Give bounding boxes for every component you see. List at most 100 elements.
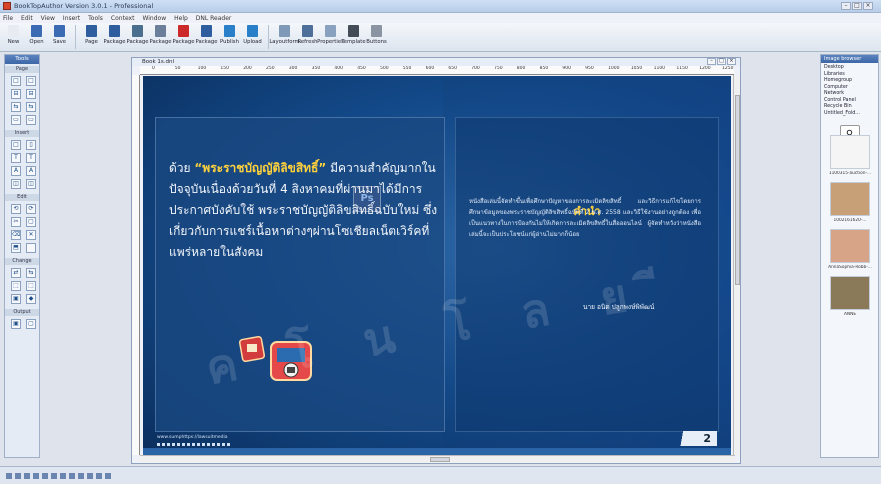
vertical-scrollbar[interactable]	[733, 75, 740, 455]
toolbar-button-buttons[interactable]: Buttons	[366, 25, 387, 45]
tool-button-icon[interactable]: ✂	[11, 217, 21, 227]
toolbar-button-package[interactable]: Package	[127, 25, 148, 45]
toolbar-button-page[interactable]: Page	[81, 25, 102, 45]
tool-button-icon[interactable]: ✕	[26, 230, 36, 240]
status-bar-icon[interactable]	[6, 472, 12, 479]
tool-button-icon[interactable]: ◫	[11, 179, 21, 189]
tool-button-icon[interactable]: ⊟	[26, 89, 36, 99]
thumbnail-item[interactable]: 1100315-auction-...	[825, 135, 875, 176]
tool-button-icon[interactable]: ▣	[11, 294, 21, 304]
close-button[interactable]: ×	[863, 2, 873, 10]
status-bar-icon[interactable]	[51, 472, 57, 479]
toolbar-button-package[interactable]: Package	[150, 25, 171, 45]
vertical-ruler	[132, 75, 140, 455]
status-bar-icon[interactable]	[42, 472, 48, 479]
status-bar-icon[interactable]	[105, 472, 111, 479]
menu-insert[interactable]: Insert	[63, 15, 80, 22]
thumbnail-item[interactable]: ANNE	[825, 276, 875, 317]
toolbar-button-label: Package	[195, 39, 218, 45]
tool-button-icon[interactable]: A	[11, 166, 21, 176]
package-icon	[155, 25, 166, 37]
horizontal-scrollbar[interactable]	[140, 455, 735, 463]
status-bar-icon[interactable]	[69, 472, 75, 479]
doc-minimize-button[interactable]: –	[707, 58, 716, 65]
tool-button-icon[interactable]: ⇆	[26, 268, 36, 278]
horizontal-scroll-thumb[interactable]	[430, 457, 450, 462]
window-controls: – □ ×	[841, 2, 873, 10]
status-bar-icon[interactable]	[60, 472, 66, 479]
menu-tools[interactable]: Tools	[88, 15, 103, 22]
tool-button-icon[interactable]: ▣	[11, 319, 21, 329]
menu-edit[interactable]: Edit	[21, 15, 33, 22]
tool-button-icon[interactable]: ⇆	[11, 102, 21, 112]
maximize-button[interactable]: □	[852, 2, 862, 10]
toolbar-button-refresh[interactable]: Refresh	[297, 25, 318, 45]
status-bar-icon[interactable]	[33, 472, 39, 479]
vertical-scroll-thumb[interactable]	[735, 95, 740, 285]
folder-tree-item[interactable]: Untitled_Fold...	[824, 111, 875, 118]
tool-button-icon[interactable]: ⬚	[26, 281, 36, 291]
toolbar-button-label: Page	[85, 39, 98, 45]
tool-button-icon[interactable]: ▭	[11, 115, 21, 125]
toolbar-button-package[interactable]: Package	[196, 25, 217, 45]
document-tab[interactable]: Book 1s.dnl – □ ×	[132, 58, 740, 66]
intro-body[interactable]: หนังสือเล่มนี้จัดทำขึ้นเพื่อศึกษาปัญหาขอ…	[469, 196, 701, 240]
status-bar-icon[interactable]	[96, 472, 102, 479]
toolbar-button-publish[interactable]: Publish	[219, 25, 240, 45]
menu-help[interactable]: Help	[174, 15, 188, 22]
doc-close-button[interactable]: ×	[727, 58, 736, 65]
tool-button-icon[interactable]: ⊟	[11, 89, 21, 99]
toolbar-button-template[interactable]: Template	[341, 25, 366, 45]
minimize-button[interactable]: –	[841, 2, 851, 10]
tool-button-icon[interactable]: ⇄	[11, 268, 21, 278]
tool-button-icon[interactable]: ▢	[26, 217, 36, 227]
tool-group-title: Output	[5, 309, 39, 316]
tool-button-icon[interactable]: T	[11, 153, 21, 163]
tool-button-icon[interactable]: T	[26, 153, 36, 163]
status-bar-icon[interactable]	[78, 472, 84, 479]
main-paragraph[interactable]: ด้วย “พระราชบัญญัติลิขสิทธิ์” มีความสำคั…	[169, 158, 439, 263]
doc-restore-button[interactable]: □	[717, 58, 726, 65]
tool-button-icon[interactable]: ⟲	[11, 204, 21, 214]
tool-button-icon[interactable]	[26, 243, 36, 253]
tool-button-icon[interactable]: ⬒	[11, 243, 21, 253]
toolbar-button-upload[interactable]: Upload	[242, 25, 263, 45]
toolbar-button-properties[interactable]: Properties	[317, 25, 344, 45]
tool-button-icon[interactable]: ▢	[26, 319, 36, 329]
tool-button-icon[interactable]: ◆	[26, 294, 36, 304]
book-page[interactable]: คำนำ Ps ด้วย “พระราชบัญญัติลิขสิทธิ์” มี…	[143, 76, 731, 456]
ruler-tick-label: 1200	[699, 66, 711, 71]
status-bar-icon[interactable]	[87, 472, 93, 479]
toolbar-button-package[interactable]: Package	[173, 25, 194, 45]
thumbnail-item[interactable]: 1002161620-...	[825, 182, 875, 223]
menu-view[interactable]: View	[41, 15, 55, 22]
tool-button-icon[interactable]: A	[26, 166, 36, 176]
tool-button-icon[interactable]: ▭	[26, 115, 36, 125]
ruler-tick-label: 1100	[653, 66, 666, 71]
menu-file[interactable]: File	[3, 15, 13, 22]
toolbar-button-save[interactable]: Save	[49, 25, 70, 45]
tool-button-icon[interactable]: ⬚	[11, 281, 21, 291]
menu-window[interactable]: Window	[142, 15, 166, 22]
toolbar-button-package[interactable]: Package	[104, 25, 125, 45]
toolbar-button-open[interactable]: Open	[26, 25, 47, 45]
menu-context[interactable]: Context	[111, 15, 135, 22]
menu-dnl-reader[interactable]: DNL Reader	[196, 15, 232, 22]
thumbnail-item[interactable]: AnnaSophia-Robb-...	[825, 229, 875, 270]
tool-button-icon[interactable]: □	[11, 140, 21, 150]
toolbar-button-label: Properties	[317, 39, 344, 45]
tool-button-icon[interactable]: □	[26, 76, 36, 86]
status-bar-icon[interactable]	[15, 472, 21, 479]
ruler-tick-label: 300	[288, 66, 298, 71]
app-window: BookTopAuthor Version 3.0.1 - Profession…	[0, 0, 881, 484]
toolbar-button-layoutform[interactable]: Layoutform	[269, 25, 300, 45]
thumbnail-image	[830, 135, 870, 169]
tool-button-icon[interactable]: ◫	[26, 179, 36, 189]
tool-button-icon[interactable]: ▯	[26, 140, 36, 150]
tool-button-icon[interactable]: ⇆	[26, 102, 36, 112]
tool-button-icon[interactable]: □	[11, 76, 21, 86]
tool-button-icon[interactable]: ⟳	[26, 204, 36, 214]
toolbar-button-new[interactable]: New	[3, 25, 24, 45]
status-bar-icon[interactable]	[24, 472, 30, 479]
tool-button-icon[interactable]: ⌫	[11, 230, 21, 240]
